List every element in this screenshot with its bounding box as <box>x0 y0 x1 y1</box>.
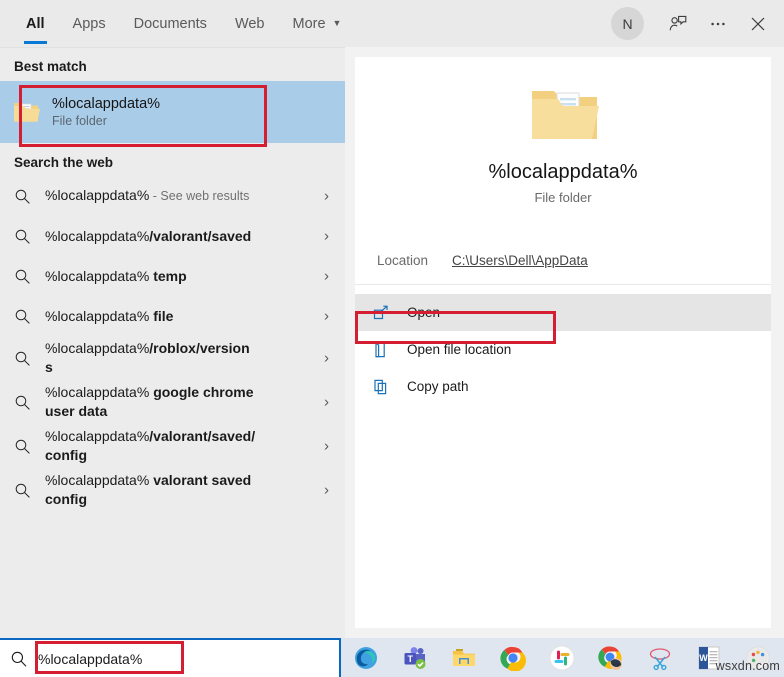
best-match-title: %localappdata% <box>52 96 160 112</box>
filter-tabs: All Apps Documents Web More ▼ <box>12 0 355 47</box>
tab-all-label: All <box>26 16 45 32</box>
chevron-right-icon[interactable]: › <box>324 438 329 455</box>
preview-action-copy-path[interactable]: Copy path <box>355 368 771 405</box>
google-chrome-icon[interactable] <box>499 644 527 672</box>
slack-icon[interactable] <box>548 644 576 672</box>
preview-title: %localappdata% <box>355 161 771 184</box>
preview-subtitle: File folder <box>355 190 771 205</box>
avatar[interactable]: N <box>611 7 644 40</box>
tab-documents-label: Documents <box>134 16 207 32</box>
web-suggestion-item[interactable]: %localappdata% temp › <box>0 256 345 296</box>
preview-action-open[interactable]: Open <box>355 294 771 331</box>
chevron-right-icon[interactable]: › <box>324 482 329 499</box>
web-suggestion-label: %localappdata%/valorant/saved <box>45 227 260 246</box>
best-match-heading: Best match <box>0 48 345 81</box>
chevron-right-icon[interactable]: › <box>324 394 329 411</box>
web-suggestion-item[interactable]: %localappdata% valorant saved config › <box>0 468 345 512</box>
web-suggestion-label: %localappdata% - See web results <box>45 186 260 206</box>
search-icon <box>0 438 45 455</box>
preview-action-label: Copy path <box>407 379 469 394</box>
web-suggestion-item[interactable]: %localappdata%/roblox/versions › <box>0 336 345 380</box>
location-row: Location C:\Users\Dell\AppData <box>355 237 771 285</box>
tab-web-label: Web <box>235 16 265 32</box>
chevron-right-icon[interactable]: › <box>324 228 329 245</box>
tab-all[interactable]: All <box>12 0 59 47</box>
folder-icon <box>355 81 771 147</box>
file-explorer-icon[interactable] <box>450 644 478 672</box>
snipping-tool-icon[interactable] <box>646 644 674 672</box>
search-icon <box>0 268 45 285</box>
chevron-right-icon[interactable]: › <box>324 350 329 367</box>
search-icon <box>0 350 45 367</box>
microsoft-edge-icon[interactable] <box>352 644 380 672</box>
search-icon <box>0 482 45 499</box>
chrome-profile-icon[interactable] <box>597 644 625 672</box>
tab-web[interactable]: Web <box>221 0 279 47</box>
web-suggestion-label: %localappdata% valorant saved config <box>45 471 260 509</box>
preview-action-label: Open file location <box>407 342 511 357</box>
preview-action-label: Open <box>407 305 440 320</box>
search-icon <box>0 650 38 668</box>
taskbar-apps: T <box>352 638 772 677</box>
web-suggestion-label: %localappdata% temp <box>45 267 260 286</box>
avatar-initial: N <box>622 16 632 32</box>
web-suggestion-item[interactable]: %localappdata%/valorant/saved/config › <box>0 424 345 468</box>
svg-text:W: W <box>699 653 708 663</box>
open-folder-icon <box>355 341 407 359</box>
web-suggestion-label: %localappdata%/valorant/saved/config <box>45 427 260 465</box>
web-suggestion-item[interactable]: %localappdata% - See web results › <box>0 176 345 216</box>
header-actions: N <box>611 0 778 47</box>
chevron-right-icon[interactable]: › <box>324 188 329 205</box>
location-link[interactable]: C:\Users\Dell\AppData <box>452 253 588 268</box>
close-icon[interactable] <box>738 0 778 47</box>
web-suggestion-item[interactable]: %localappdata% file › <box>0 296 345 336</box>
tab-documents[interactable]: Documents <box>120 0 221 47</box>
preview-action-open-file-location[interactable]: Open file location <box>355 331 771 368</box>
location-label: Location <box>355 253 452 268</box>
chevron-down-icon: ▼ <box>333 19 342 28</box>
web-suggestion-label: %localappdata%/roblox/versions <box>45 339 260 377</box>
tab-apps[interactable]: Apps <box>59 0 120 47</box>
search-the-web-heading: Search the web <box>0 143 345 176</box>
chevron-right-icon[interactable]: › <box>324 308 329 325</box>
folder-icon <box>0 98 52 126</box>
results-panel: Best match %localappdata% File folder Se… <box>0 47 345 638</box>
preview-header: %localappdata% File folder <box>355 57 771 205</box>
web-suggestion-label: %localappdata% google chrome user data <box>45 383 260 421</box>
search-flyout: All Apps Documents Web More ▼ N <box>0 0 784 677</box>
preview-actions: Open Open file location Copy path <box>355 294 771 405</box>
web-suggestion-item[interactable]: %localappdata%/valorant/saved › <box>0 216 345 256</box>
tab-more[interactable]: More ▼ <box>279 0 356 47</box>
best-match-text: %localappdata% File folder <box>52 96 160 128</box>
search-header: All Apps Documents Web More ▼ N <box>0 0 784 47</box>
search-icon <box>0 308 45 325</box>
web-suggestion-item[interactable]: %localappdata% google chrome user data › <box>0 380 345 424</box>
web-suggestions-list: %localappdata% - See web results›%locala… <box>0 176 345 512</box>
copy-icon <box>355 378 407 396</box>
search-icon <box>0 188 45 205</box>
tab-apps-label: Apps <box>73 16 106 32</box>
search-icon <box>0 394 45 411</box>
microsoft-teams-icon[interactable]: T <box>401 644 429 672</box>
taskbar-search-box[interactable]: %localappdata% <box>0 638 341 677</box>
svg-text:T: T <box>407 654 413 664</box>
chevron-right-icon[interactable]: › <box>324 268 329 285</box>
preview-panel: %localappdata% File folder Location C:\U… <box>355 57 771 628</box>
watermark: wsxdn.com <box>716 659 780 673</box>
tab-active-underline <box>24 41 47 44</box>
best-match-subtitle: File folder <box>52 114 160 128</box>
open-external-icon <box>355 304 407 322</box>
best-match-result[interactable]: %localappdata% File folder <box>0 81 345 143</box>
feedback-person-icon[interactable] <box>658 0 698 47</box>
search-icon <box>0 228 45 245</box>
web-suggestion-label: %localappdata% file <box>45 307 260 326</box>
search-input[interactable]: %localappdata% <box>38 651 142 667</box>
tab-more-label: More <box>293 16 326 32</box>
ellipsis-icon[interactable] <box>698 0 738 47</box>
